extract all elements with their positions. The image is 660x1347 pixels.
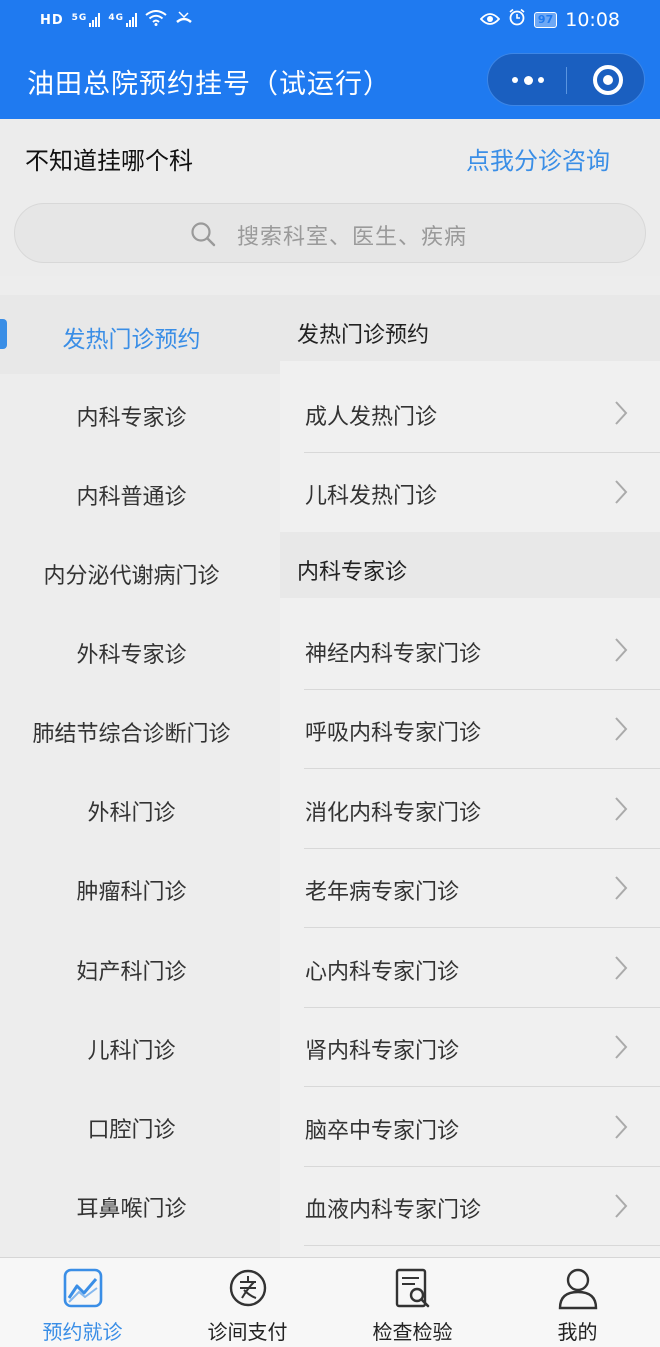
chevron-right-icon	[615, 401, 628, 425]
clinic-label: 消化内科专家门诊	[305, 801, 482, 826]
clinic-label: 肾内科专家门诊	[305, 1039, 460, 1064]
triage-row: 不知道挂哪个科 点我分诊咨询	[0, 119, 660, 190]
missed-call-icon	[175, 10, 193, 30]
department-item[interactable]: 肿瘤科门诊	[0, 874, 263, 906]
divider	[304, 1086, 660, 1087]
capsule-divider	[566, 67, 567, 94]
chevron-right-icon	[615, 717, 628, 741]
clinic-item[interactable]: 消化内科专家门诊	[280, 770, 660, 849]
page-title: 油田总院预约挂号（试运行）	[27, 69, 391, 100]
chevron-right-icon	[615, 1194, 628, 1218]
chevron-right-icon	[615, 638, 628, 662]
chevron-right-icon	[615, 797, 628, 821]
pay-icon	[229, 1269, 267, 1307]
bottom-tab-bar: 预约就诊 诊间支付 检查检验 我的	[0, 1257, 660, 1347]
clinic-item[interactable]: 心内科专家门诊	[280, 929, 660, 1008]
clinic-label: 血液内科专家门诊	[305, 1198, 482, 1223]
search-icon	[191, 222, 216, 247]
alarm-icon	[508, 8, 526, 31]
search-input[interactable]: 搜索科室、医生、疾病	[14, 203, 646, 263]
close-miniprogram-icon[interactable]	[593, 65, 623, 95]
department-item[interactable]: 发热门诊预约	[0, 320, 263, 354]
hd-indicator: HD	[40, 12, 64, 28]
clinic-item[interactable]: 成人发热门诊	[280, 374, 660, 453]
triage-question: 不知道挂哪个科	[25, 147, 193, 175]
tab-mine[interactable]: 我的	[495, 1258, 660, 1347]
clinic-label: 神经内科专家门诊	[305, 642, 482, 667]
divider	[304, 768, 660, 769]
report-search-icon	[395, 1268, 430, 1308]
section-header: 内科专家诊	[280, 532, 660, 598]
chevron-right-icon	[615, 1035, 628, 1059]
status-time: 10:08	[565, 8, 620, 31]
department-item[interactable]: 外科专家诊	[0, 637, 263, 669]
clinic-item[interactable]: 脑卒中专家门诊	[280, 1088, 660, 1167]
eye-icon	[479, 9, 501, 31]
divider	[304, 927, 660, 928]
section-header: 发热门诊预约	[280, 295, 660, 361]
chevron-right-icon	[615, 480, 628, 504]
chevron-right-icon	[615, 876, 628, 900]
user-icon	[558, 1268, 598, 1310]
wifi-icon	[145, 10, 167, 30]
status-bar: HD 5G 4G 97 10:08	[0, 0, 660, 42]
tab-label: 诊间支付	[207, 1320, 288, 1344]
clinic-item[interactable]: 血液内科专家门诊	[280, 1167, 660, 1246]
chart-icon	[63, 1268, 103, 1308]
clinic-label: 儿科发热门诊	[305, 484, 438, 509]
search-placeholder: 搜索科室、医生、疾病	[237, 225, 468, 250]
department-item[interactable]: 内科专家诊	[0, 400, 263, 432]
divider	[304, 1245, 660, 1246]
tab-label: 检查检验	[372, 1320, 453, 1344]
tab-label: 我的	[557, 1320, 598, 1344]
clinic-label: 老年病专家门诊	[305, 880, 460, 905]
department-item[interactable]: 口腔门诊	[0, 1112, 263, 1144]
department-item[interactable]: 内科普通诊	[0, 479, 263, 511]
search-area: 搜索科室、医生、疾病	[0, 190, 660, 276]
department-item[interactable]: 肺结节综合诊断门诊	[0, 716, 263, 748]
department-item[interactable]: 外科门诊	[0, 795, 263, 827]
clinic-label: 脑卒中专家门诊	[305, 1119, 460, 1144]
chevron-right-icon	[615, 956, 628, 980]
department-item[interactable]: 耳鼻喉门诊	[0, 1191, 263, 1223]
top-bar: HD 5G 4G 97 10:08 油田总院预约挂号（试运行）	[0, 0, 660, 119]
status-right: 97 10:08	[479, 8, 620, 31]
signal-5g-icon: 5G	[72, 13, 101, 27]
clinic-label: 心内科专家门诊	[305, 960, 460, 985]
miniprogram-capsule	[487, 53, 645, 106]
triage-consult-link[interactable]: 点我分诊咨询	[466, 141, 610, 176]
department-item[interactable]: 妇产科门诊	[0, 954, 263, 986]
signal-4g-icon: 4G	[108, 13, 137, 27]
status-left: HD 5G 4G	[40, 10, 193, 30]
section-title: 发热门诊预约	[297, 323, 430, 348]
clinic-item[interactable]: 呼吸内科专家门诊	[280, 690, 660, 769]
more-icon[interactable]	[512, 72, 544, 88]
section-title: 内科专家诊	[297, 560, 408, 585]
chevron-right-icon	[615, 1115, 628, 1139]
department-list: 发热门诊预约 内科专家诊 内科普通诊 内分泌代谢病门诊 外科专家诊 肺结节综合诊…	[0, 295, 280, 1257]
clinic-item[interactable]: 神经内科专家门诊	[280, 611, 660, 690]
tab-payment[interactable]: 诊间支付	[165, 1258, 330, 1347]
department-item[interactable]: 儿科门诊	[0, 1033, 263, 1065]
clinic-item[interactable]: 儿科发热门诊	[280, 453, 660, 532]
tab-inspection[interactable]: 检查检验	[330, 1258, 495, 1347]
clinic-item[interactable]: 老年病专家门诊	[280, 849, 660, 928]
tab-label: 预约就诊	[42, 1320, 123, 1344]
battery-icon: 97	[533, 11, 558, 28]
clinic-item[interactable]: 肾内科专家门诊	[280, 1008, 660, 1087]
clinic-list: 发热门诊预约 成人发热门诊 儿科发热门诊 内科专家诊 神经内科专家门诊 呼吸内科…	[280, 295, 660, 1257]
tab-appointment[interactable]: 预约就诊	[0, 1258, 165, 1347]
department-item[interactable]: 内分泌代谢病门诊	[0, 558, 263, 590]
clinic-label: 成人发热门诊	[305, 405, 438, 430]
clinic-label: 呼吸内科专家门诊	[305, 721, 482, 746]
